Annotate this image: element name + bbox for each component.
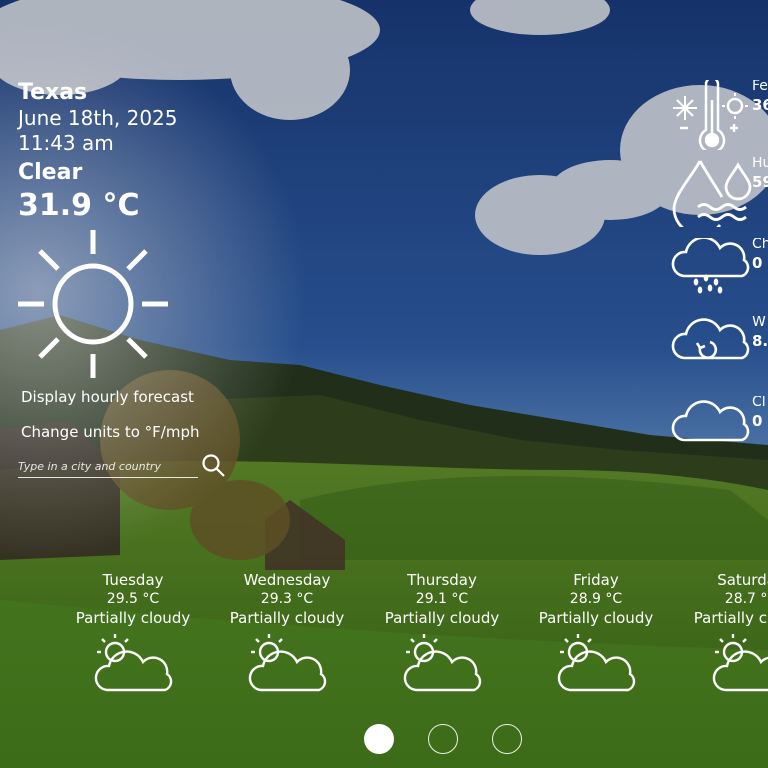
forecast-condition: Partially cloudy [693, 609, 768, 627]
forecast-day-inner: Saturday 28.7 °C Partially cloudy [676, 570, 768, 694]
cloud-icon [670, 396, 752, 450]
forecast-day-name: Friday [573, 571, 619, 589]
partly-cloudy-icon [712, 634, 768, 692]
hourly-forecast-link[interactable]: Display hourly forecast [21, 388, 194, 406]
city-search [18, 453, 228, 481]
current-time: 11:43 am [18, 131, 114, 155]
feels-like-label: Fe [752, 80, 768, 94]
search-icon[interactable] [201, 453, 227, 479]
thermometer-icon [670, 80, 750, 150]
forecast-day: Wednesday 29.3 °C Partially cloudy [212, 570, 362, 694]
cloud-cover-metric: Cl 0 [670, 396, 768, 466]
forecast-condition: Partially cloudy [229, 609, 345, 627]
forecast-day-name: Thursday [407, 571, 477, 589]
forecast-day-name: Saturday [717, 571, 768, 589]
forecast-condition: Partially cloudy [538, 609, 654, 627]
forecast-day: Thursday 29.1 °C Partially cloudy [367, 570, 517, 694]
pagination [0, 724, 768, 758]
humidity-value: 59 [752, 173, 768, 191]
cloud-cover-value: 0 [752, 412, 763, 430]
humidity-icon [670, 157, 752, 227]
change-units-link[interactable]: Change units to °F/mph [21, 423, 200, 441]
wind-value: 8. [752, 332, 768, 350]
forecast-day: Tuesday 29.5 °C Partially cloudy [58, 570, 208, 694]
sun-icon [18, 230, 168, 380]
rain-cloud-icon [670, 238, 752, 300]
forecast-temp: 28.9 °C [569, 591, 623, 607]
partly-cloudy-icon [403, 634, 482, 692]
current-weather-panel: Texas June 18th, 2025 11:43 am Clear 31.… [18, 80, 238, 224]
page-dot-2[interactable] [428, 724, 458, 754]
wind-cloud-icon [670, 316, 752, 368]
page-dot-1[interactable] [364, 724, 394, 754]
chance-of-rain-value: 0 [752, 254, 763, 272]
partly-cloudy-icon [557, 634, 636, 692]
chance-of-rain-metric: Ch 0 [670, 238, 768, 308]
forecast-temp: 28.7 °C [724, 591, 768, 607]
forecast-temp: 29.5 °C [106, 591, 160, 607]
forecast-temp: 29.3 °C [260, 591, 314, 607]
current-condition: Clear [18, 160, 83, 185]
page-dot-3[interactable] [492, 724, 522, 754]
partly-cloudy-icon [248, 634, 327, 692]
forecast-condition: Partially cloudy [75, 609, 191, 627]
partly-cloudy-icon [94, 634, 173, 692]
forecast-day-name: Tuesday [102, 571, 164, 589]
forecast-day-name: Wednesday [243, 571, 331, 589]
wind-label: W [752, 316, 766, 330]
current-date: June 18th, 2025 [18, 106, 178, 130]
forecast-day: Saturday 28.7 °C Partially cloudy [676, 570, 768, 694]
humidity-metric: Hu 59 [670, 157, 768, 227]
feels-like-metric: Fe 36 [670, 80, 768, 150]
forecast-day: Friday 28.9 °C Partially cloudy [521, 570, 671, 694]
cloud-cover-label: Cl [752, 396, 766, 410]
current-temperature: 31.9 °C [18, 188, 140, 223]
humidity-label: Hu [752, 157, 768, 171]
location-name: Texas [18, 80, 88, 105]
feels-like-value: 36 [752, 96, 768, 114]
forecast-condition: Partially cloudy [384, 609, 500, 627]
chance-of-rain-label: Ch [752, 238, 768, 252]
city-search-input[interactable] [18, 455, 198, 478]
wind-metric: W 8. [670, 316, 768, 386]
forecast-temp: 29.1 °C [415, 591, 469, 607]
